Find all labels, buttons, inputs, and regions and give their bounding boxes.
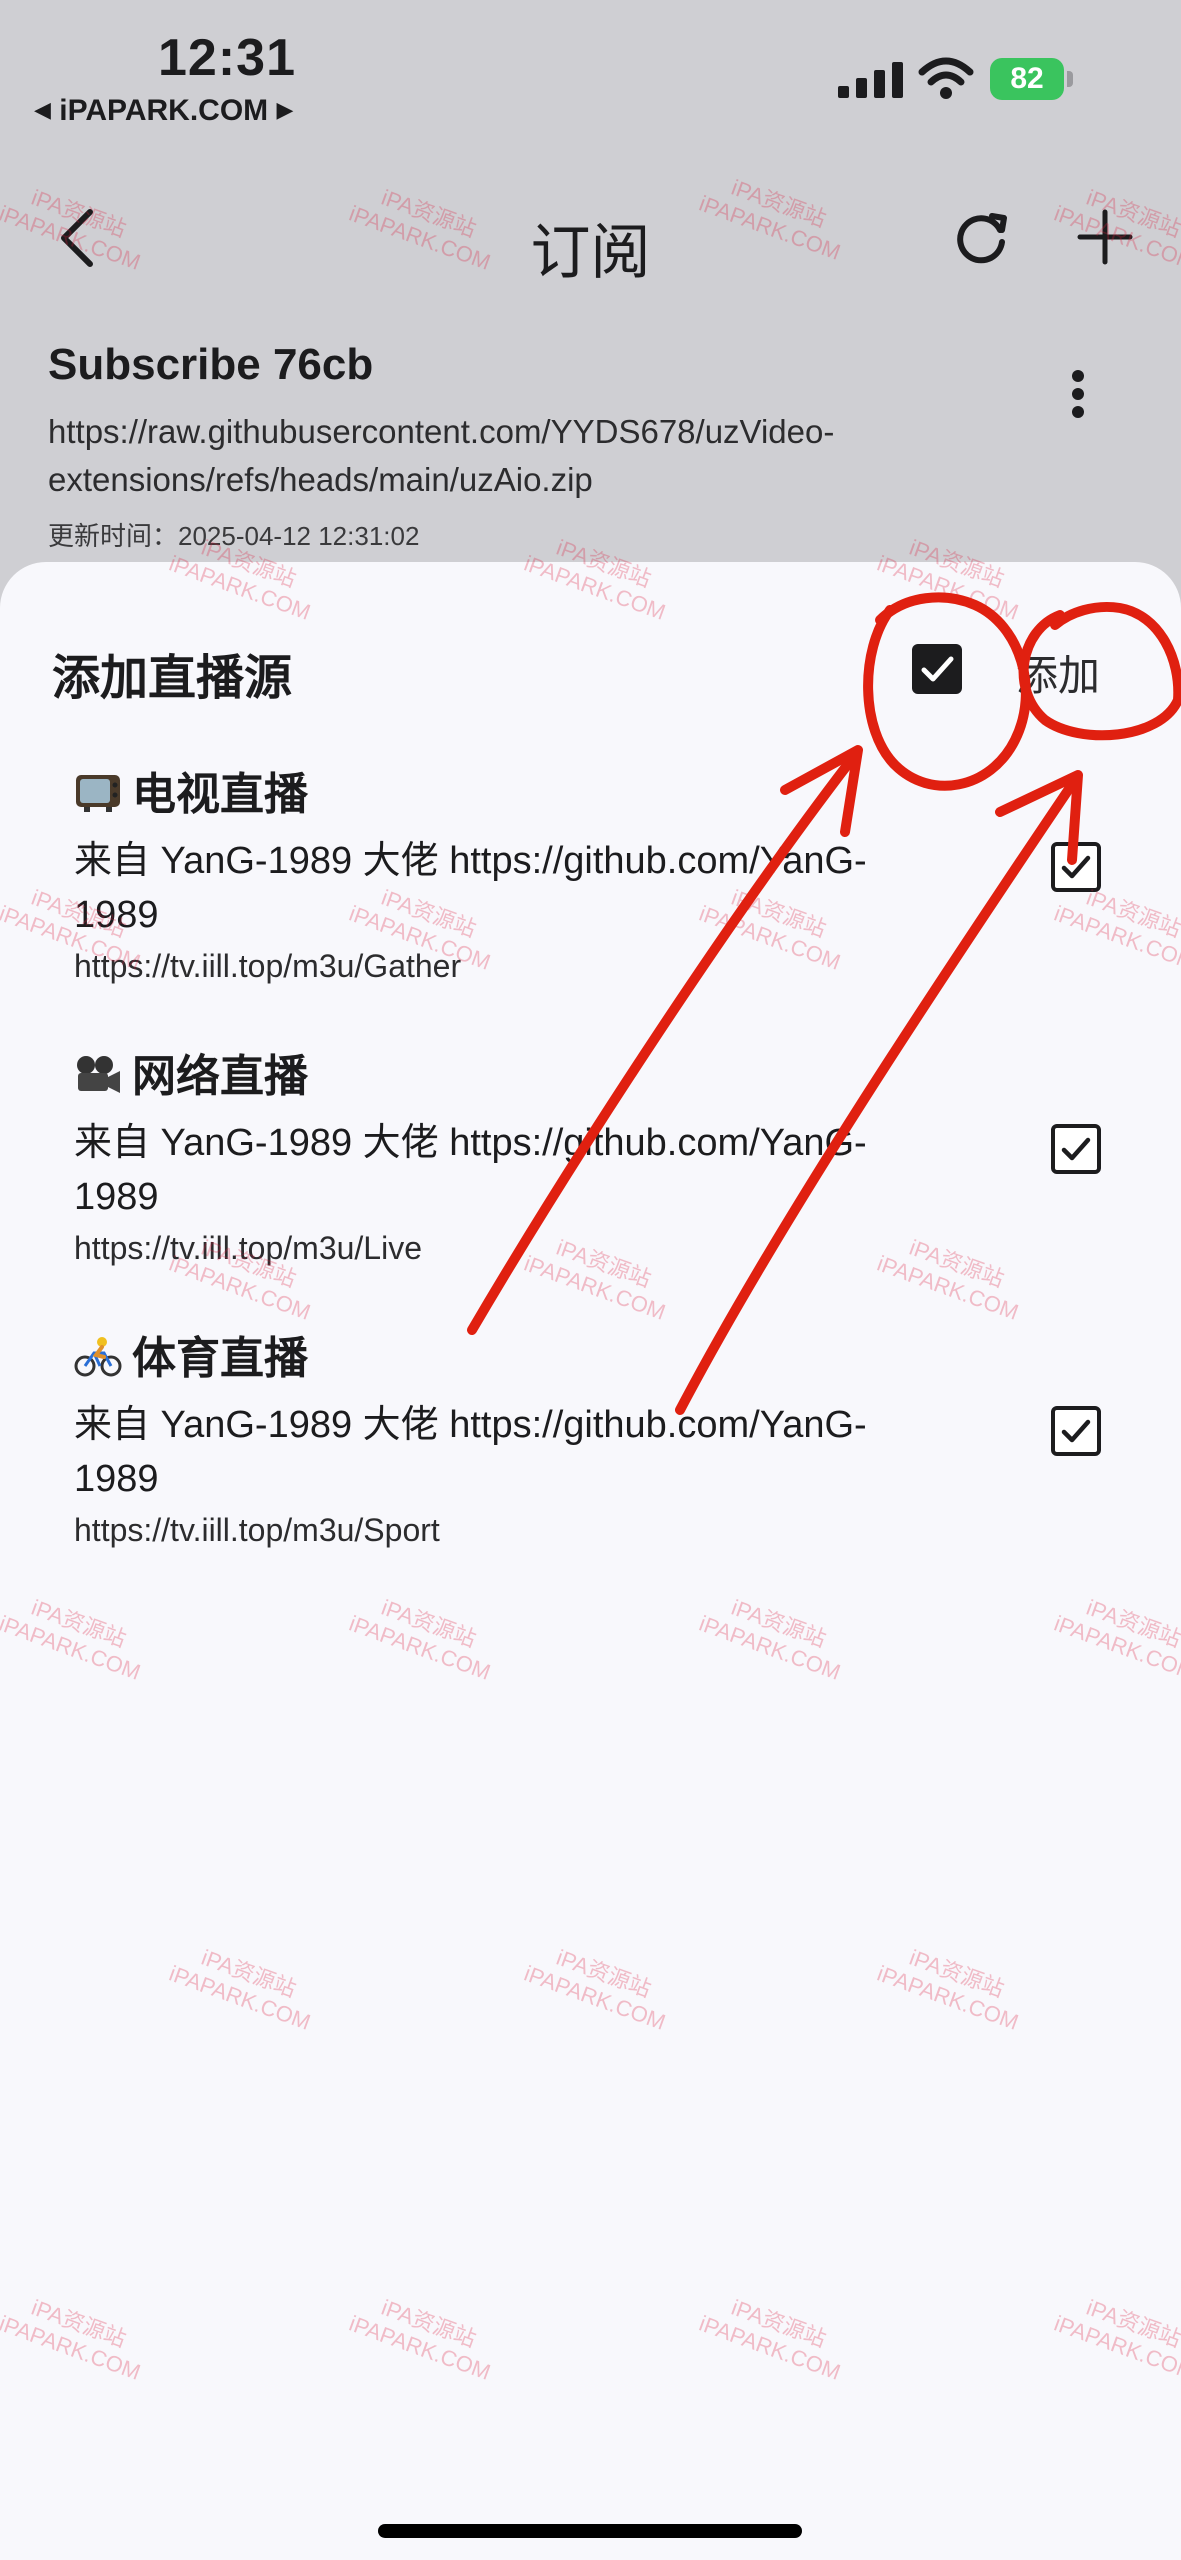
status-carrier: ◀ iPAPARK.COM ▶ <box>34 94 293 128</box>
source-name: 体育直播 <box>74 1322 954 1386</box>
status-time: 12:31 <box>158 29 296 87</box>
source-name-text: 体育直播 <box>132 1334 308 1383</box>
add-button[interactable]: 添加 <box>1016 642 1100 703</box>
tv-icon <box>76 775 120 812</box>
carrier-right-triangle-icon: ▶ <box>276 97 294 122</box>
subscription-url: https://raw.githubusercontent.com/YYDS67… <box>48 413 835 498</box>
list-item[interactable]: 网络直播 来自 YanG-1989 大佬 https://github.com/… <box>74 1040 954 1267</box>
add-live-source-sheet: 添加直播源 添加 电视直播 来自 YanG-1989 大佬 https://gi… <box>0 562 1181 2560</box>
battery-level: 82 <box>990 58 1064 100</box>
carrier-label: iPAPARK.COM <box>59 94 269 127</box>
subscription-card[interactable]: Subscribe 76cb https://raw.githubusercon… <box>48 340 1068 553</box>
movie-camera-icon <box>77 1056 120 1093</box>
subscription-updated-time: 更新时间：2025-04-12 12:31:02 <box>48 521 420 551</box>
checkmark-icon <box>921 656 954 682</box>
plus-icon[interactable] <box>1074 206 1136 268</box>
checkmark-icon <box>1061 1419 1091 1443</box>
source-description: 来自 YanG-1989 大佬 https://github.com/YanG-… <box>74 1404 867 1500</box>
refresh-icon[interactable] <box>950 206 1012 268</box>
list-item[interactable]: 体育直播 来自 YanG-1989 大佬 https://github.com/… <box>74 1322 954 1549</box>
source-checkbox[interactable] <box>1051 842 1101 892</box>
subscription-name: Subscribe 76cb <box>48 340 374 389</box>
source-url: https://tv.iill.top/m3u/Sport <box>74 1512 440 1548</box>
source-checkbox[interactable] <box>1051 1406 1101 1456</box>
select-all-checkbox[interactable] <box>912 644 962 694</box>
battery-cap <box>1067 71 1073 87</box>
nav-bar: 订阅 <box>0 180 1181 300</box>
source-url: https://tv.iill.top/m3u/Live <box>74 1230 422 1266</box>
source-url: https://tv.iill.top/m3u/Gather <box>74 948 462 984</box>
list-item[interactable]: 电视直播 来自 YanG-1989 大佬 https://github.com/… <box>74 758 954 985</box>
checkmark-icon <box>1061 855 1091 879</box>
cellular-signal-icon <box>838 62 903 98</box>
carrier-left-triangle-icon: ◀ <box>34 97 51 122</box>
source-name: 电视直播 <box>74 758 954 822</box>
source-description: 来自 YanG-1989 大佬 https://github.com/YanG-… <box>74 840 867 936</box>
sheet-title: 添加直播源 <box>52 652 293 705</box>
source-name: 网络直播 <box>74 1040 954 1104</box>
checkmark-icon <box>1061 1137 1091 1161</box>
cyclist-icon <box>74 1337 122 1377</box>
more-vertical-icon[interactable] <box>1060 364 1096 424</box>
source-description: 来自 YanG-1989 大佬 https://github.com/YanG-… <box>74 1122 867 1218</box>
home-indicator[interactable] <box>378 2524 802 2538</box>
status-bar: 12:31 ◀ iPAPARK.COM ▶ 82 <box>0 0 1181 150</box>
source-checkbox[interactable] <box>1051 1124 1101 1174</box>
battery-icon: 82 <box>990 58 1074 100</box>
wifi-icon <box>918 57 974 99</box>
source-name-text: 网络直播 <box>132 1052 308 1101</box>
source-name-text: 电视直播 <box>132 770 308 819</box>
